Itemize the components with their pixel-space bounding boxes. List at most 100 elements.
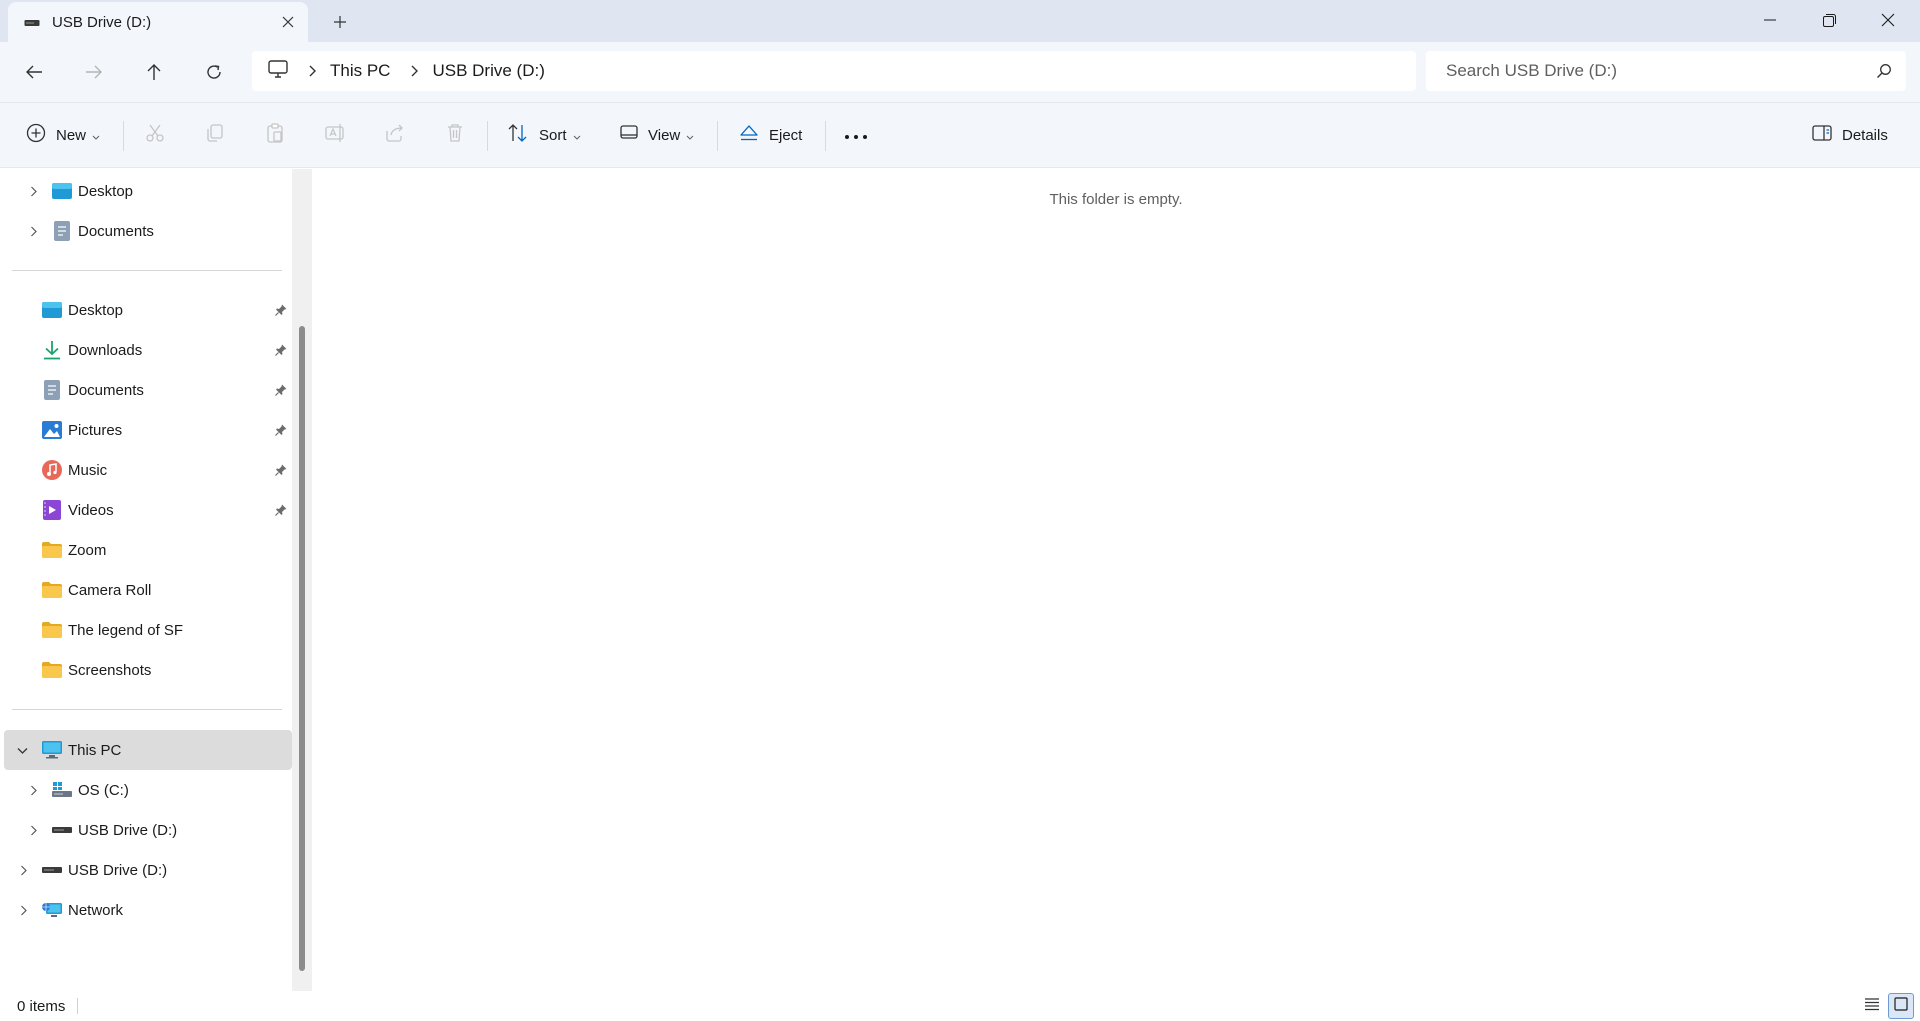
usb-drive-icon (42, 860, 62, 880)
up-button[interactable] (136, 54, 172, 90)
sidebar-item-camera-roll[interactable]: Camera Roll (4, 570, 292, 610)
new-label: New (56, 126, 87, 144)
breadcrumb-usb-drive[interactable]: USB Drive (D:) (432, 61, 544, 81)
sidebar-item-label: Music (68, 461, 108, 479)
sidebar-item-the-legend-of-sf[interactable]: The legend of SF (4, 610, 292, 650)
sidebar-item-this-pc[interactable]: This PC (4, 730, 292, 770)
sidebar-item-downloads[interactable]: Downloads (4, 330, 292, 370)
item-count: 0 items (17, 998, 66, 1015)
search-box[interactable] (1426, 51, 1906, 91)
sidebar-item-videos[interactable]: Videos (4, 490, 292, 530)
folder-icon (42, 620, 62, 640)
more-options-button[interactable] (844, 117, 868, 153)
close-window-button[interactable] (1858, 0, 1918, 40)
sidebar-item-usb-drive[interactable]: USB Drive (D:) (4, 850, 292, 890)
sidebar-divider (12, 270, 282, 271)
sidebar-item-desktop-pinned[interactable]: Desktop (4, 290, 292, 330)
tab-usb-drive[interactable]: USB Drive (D:) (8, 2, 308, 42)
pin-icon[interactable] (274, 463, 288, 477)
chevron-right-icon[interactable] (26, 184, 40, 198)
rename-button[interactable] (325, 117, 347, 153)
delete-button[interactable] (445, 117, 465, 153)
view-label: View (648, 126, 681, 144)
chevron-down-icon (573, 127, 581, 144)
chevron-right-icon[interactable] (410, 65, 419, 77)
view-button[interactable]: View (620, 117, 694, 153)
sidebar-item-label: Network (68, 901, 124, 919)
sidebar-item-label: Documents (78, 222, 154, 240)
sidebar-item-os-c[interactable]: OS (C:) (4, 770, 292, 810)
chevron-right-icon[interactable] (26, 783, 40, 797)
new-button[interactable]: New (26, 117, 100, 153)
command-bar: New Sort View Eject Details (0, 102, 1920, 168)
chevron-down-icon[interactable] (15, 743, 29, 757)
trash-icon (445, 123, 465, 147)
sidebar-item-documents-pinned[interactable]: Documents (4, 370, 292, 410)
refresh-button[interactable] (196, 54, 232, 90)
folder-icon (42, 580, 62, 600)
eject-icon (739, 124, 759, 146)
sidebar-scrollbar-thumb[interactable] (299, 326, 305, 971)
pin-icon[interactable] (274, 383, 288, 397)
sidebar-item-label: Videos (68, 501, 114, 519)
music-icon (42, 460, 62, 480)
chevron-right-icon[interactable] (308, 65, 316, 77)
sidebar-item-label: The legend of SF (68, 621, 184, 639)
search-icon[interactable] (1876, 63, 1892, 83)
sidebar-item-label: Desktop (68, 301, 124, 319)
copy-icon (205, 123, 225, 147)
file-list-area[interactable]: This folder is empty. (312, 169, 1920, 991)
sidebar-item-desktop[interactable]: Desktop (4, 171, 292, 211)
sidebar-item-network[interactable]: Network (4, 890, 292, 930)
address-bar[interactable]: This PC USB Drive (D:) (252, 51, 1416, 91)
details-pane-button[interactable]: Details (1812, 117, 1888, 153)
eject-button[interactable]: Eject (739, 117, 802, 153)
folder-icon (42, 540, 62, 560)
sort-button[interactable]: Sort (507, 117, 581, 153)
chevron-right-icon[interactable] (16, 903, 30, 917)
status-divider (77, 998, 78, 1014)
network-icon (42, 900, 62, 920)
restore-button[interactable] (1799, 0, 1859, 40)
sidebar-item-label: Downloads (68, 341, 143, 359)
desktop-icon (42, 300, 62, 320)
share-button[interactable] (385, 117, 405, 153)
minimize-button[interactable] (1740, 0, 1800, 40)
cut-button[interactable] (145, 117, 165, 153)
close-tab-icon[interactable] (276, 10, 300, 34)
share-icon (385, 123, 405, 147)
chevron-right-icon[interactable] (26, 823, 40, 837)
sidebar-item-usb-drive-child[interactable]: USB Drive (D:) (4, 810, 292, 850)
sidebar-item-music[interactable]: Music (4, 450, 292, 490)
back-button[interactable] (16, 54, 52, 90)
details-view-button[interactable] (1859, 993, 1885, 1019)
pin-icon[interactable] (274, 303, 288, 317)
toolbar-divider (717, 121, 718, 151)
sidebar-item-documents[interactable]: Documents (4, 211, 292, 251)
documents-icon (52, 221, 72, 241)
sidebar-item-zoom[interactable]: Zoom (4, 530, 292, 570)
paste-button[interactable] (265, 117, 285, 153)
pin-icon[interactable] (274, 503, 288, 517)
view-icon (620, 125, 638, 145)
breadcrumb-this-pc[interactable]: This PC (330, 61, 390, 81)
forward-button[interactable] (76, 54, 112, 90)
sidebar-item-screenshots[interactable]: Screenshots (4, 650, 292, 690)
copy-button[interactable] (205, 117, 225, 153)
more-icon (844, 127, 868, 144)
chevron-right-icon[interactable] (16, 863, 30, 877)
sidebar-item-label: Pictures (68, 421, 123, 439)
search-input[interactable] (1446, 61, 1846, 81)
chevron-right-icon[interactable] (26, 224, 40, 238)
usb-drive-icon (24, 14, 40, 31)
pin-icon[interactable] (274, 423, 288, 437)
sidebar-item-label: Camera Roll (68, 581, 152, 599)
navigation-pane: Desktop Documents Desktop Downloads Docu… (0, 169, 292, 991)
sidebar-item-pictures[interactable]: Pictures (4, 410, 292, 450)
large-icons-view-button[interactable] (1888, 993, 1914, 1019)
new-tab-button[interactable] (326, 10, 354, 34)
pin-icon[interactable] (274, 343, 288, 357)
sidebar-item-label: Zoom (68, 541, 107, 559)
sort-icon (507, 123, 529, 147)
sort-label: Sort (539, 126, 567, 144)
